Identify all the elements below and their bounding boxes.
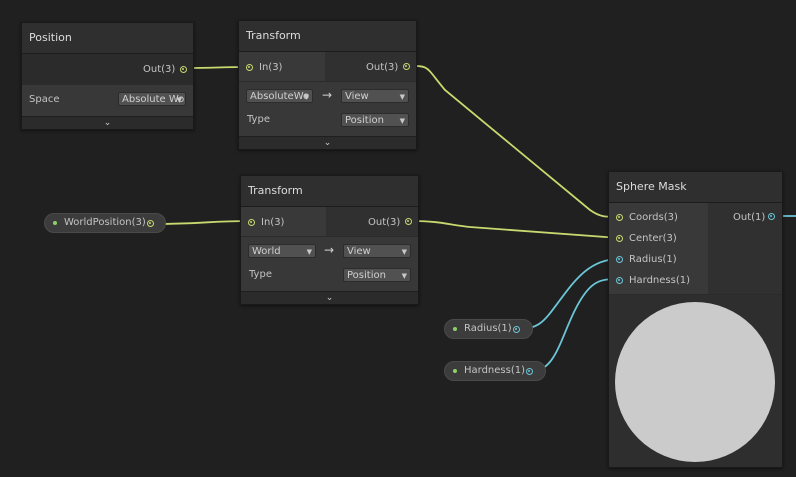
transform1-to-dropdown[interactable]: View ▼ — [341, 89, 409, 103]
dropdown-arrow-icon: ▼ — [399, 93, 405, 101]
dropdown-arrow-icon: ▼ — [399, 117, 405, 125]
dropdown-arrow-icon: ▼ — [401, 272, 407, 280]
hardness-label: Hardness(1) — [629, 275, 691, 286]
transform1-collapse-button[interactable]: ⌄ — [239, 136, 416, 149]
wire-transform2-to-center — [411, 220, 620, 239]
transform2-from-dropdown[interactable]: World ▼ — [248, 244, 316, 258]
transform2-in-label: In(3) — [261, 217, 285, 228]
transform2-collapse-button[interactable]: ⌄ — [241, 291, 418, 304]
sphere-mask-node[interactable]: Sphere Mask Coords(3) Center(3) Radius(1… — [608, 171, 783, 468]
transform1-type-dropdown[interactable]: Position ▼ — [341, 113, 409, 127]
radius-in-port[interactable] — [616, 256, 623, 263]
arrow-right-icon: → — [322, 88, 333, 102]
position-collapse-button[interactable]: ⌄ — [22, 116, 193, 129]
transform2-to-dropdown[interactable]: View ▼ — [343, 244, 411, 258]
world-position-label: WorldPosition(3) — [64, 217, 146, 228]
transform2-out-port[interactable] — [405, 218, 412, 225]
transform2-out-label: Out(3) — [368, 217, 401, 228]
property-indicator-icon — [53, 221, 57, 225]
transform2-to-value: View — [347, 246, 371, 257]
arrow-right-icon: → — [324, 243, 335, 257]
transform1-type-label: Type — [247, 114, 270, 125]
preview-sphere — [615, 302, 775, 462]
transform1-in-port[interactable] — [246, 64, 253, 71]
dropdown-arrow-icon: ▼ — [306, 248, 312, 256]
transform2-type-value: Position — [347, 270, 386, 281]
transform1-from-dropdown[interactable]: AbsoluteWo ▼ — [246, 89, 313, 103]
chevron-down-icon: ⌄ — [325, 293, 334, 303]
property-indicator-icon — [453, 369, 457, 373]
center-in-port[interactable] — [616, 235, 623, 242]
world-position-property-node[interactable]: WorldPosition(3) — [44, 213, 166, 233]
sphere-mask-preview — [609, 295, 782, 467]
coords-in-port[interactable] — [616, 214, 623, 221]
transform1-type-value: Position — [345, 115, 384, 126]
dropdown-arrow-icon: ▼ — [303, 93, 309, 101]
wire-hardness-to-sphere — [531, 278, 620, 372]
transform1-from-value: AbsoluteWo — [250, 91, 310, 102]
space-label: Space — [29, 94, 60, 105]
property-indicator-icon — [453, 327, 457, 331]
wire-transform1-to-coords — [409, 65, 620, 218]
hardness-in-port[interactable] — [616, 277, 623, 284]
hardness-out-port[interactable] — [526, 368, 533, 375]
sphere-mask-out-label: Out(1) — [733, 212, 766, 223]
dropdown-arrow-icon: ▼ — [176, 96, 182, 104]
transform1-to-value: View — [345, 91, 369, 102]
hardness-property-node[interactable]: Hardness(1) — [444, 361, 546, 381]
transform-node-1[interactable]: Transform In(3) Out(3) AbsoluteWo ▼ → Vi… — [238, 20, 417, 150]
center-label: Center(3) — [629, 233, 677, 244]
transform2-title: Transform — [241, 176, 418, 207]
radius-property-node[interactable]: Radius(1) — [444, 319, 533, 339]
transform-node-2[interactable]: Transform In(3) Out(3) World ▼ → View ▼ … — [240, 175, 419, 305]
position-out-label: Out(3) — [143, 64, 176, 75]
transform2-in-port[interactable] — [248, 219, 255, 226]
position-node-title: Position — [22, 23, 193, 54]
transform2-type-label: Type — [249, 269, 272, 280]
transform2-from-value: World — [252, 246, 281, 257]
radius-property-label: Radius(1) — [464, 323, 512, 334]
transform1-in-label: In(3) — [259, 62, 283, 73]
wire-worldposition-to-transform2 — [152, 220, 252, 225]
dropdown-arrow-icon: ▼ — [401, 248, 407, 256]
position-out-port[interactable] — [180, 66, 187, 73]
position-node[interactable]: Position Out(3) Space Absolute Wo ▼ ⌄ — [21, 22, 194, 130]
wire-radius-to-sphere — [518, 258, 620, 330]
hardness-property-label: Hardness(1) — [464, 365, 526, 376]
sphere-mask-out-port[interactable] — [768, 213, 775, 220]
chevron-down-icon: ⌄ — [323, 138, 332, 148]
space-dropdown[interactable]: Absolute Wo ▼ — [118, 92, 186, 106]
world-position-out-port[interactable] — [147, 220, 154, 227]
transform1-out-label: Out(3) — [366, 62, 399, 73]
radius-label: Radius(1) — [629, 254, 677, 265]
transform2-type-dropdown[interactable]: Position ▼ — [343, 268, 411, 282]
sphere-mask-title: Sphere Mask — [609, 172, 782, 203]
transform1-out-port[interactable] — [403, 63, 410, 70]
chevron-down-icon: ⌄ — [103, 118, 112, 128]
radius-out-port[interactable] — [513, 326, 520, 333]
transform1-title: Transform — [239, 21, 416, 52]
space-dropdown-value: Absolute Wo — [122, 94, 185, 105]
coords-label: Coords(3) — [629, 212, 678, 223]
